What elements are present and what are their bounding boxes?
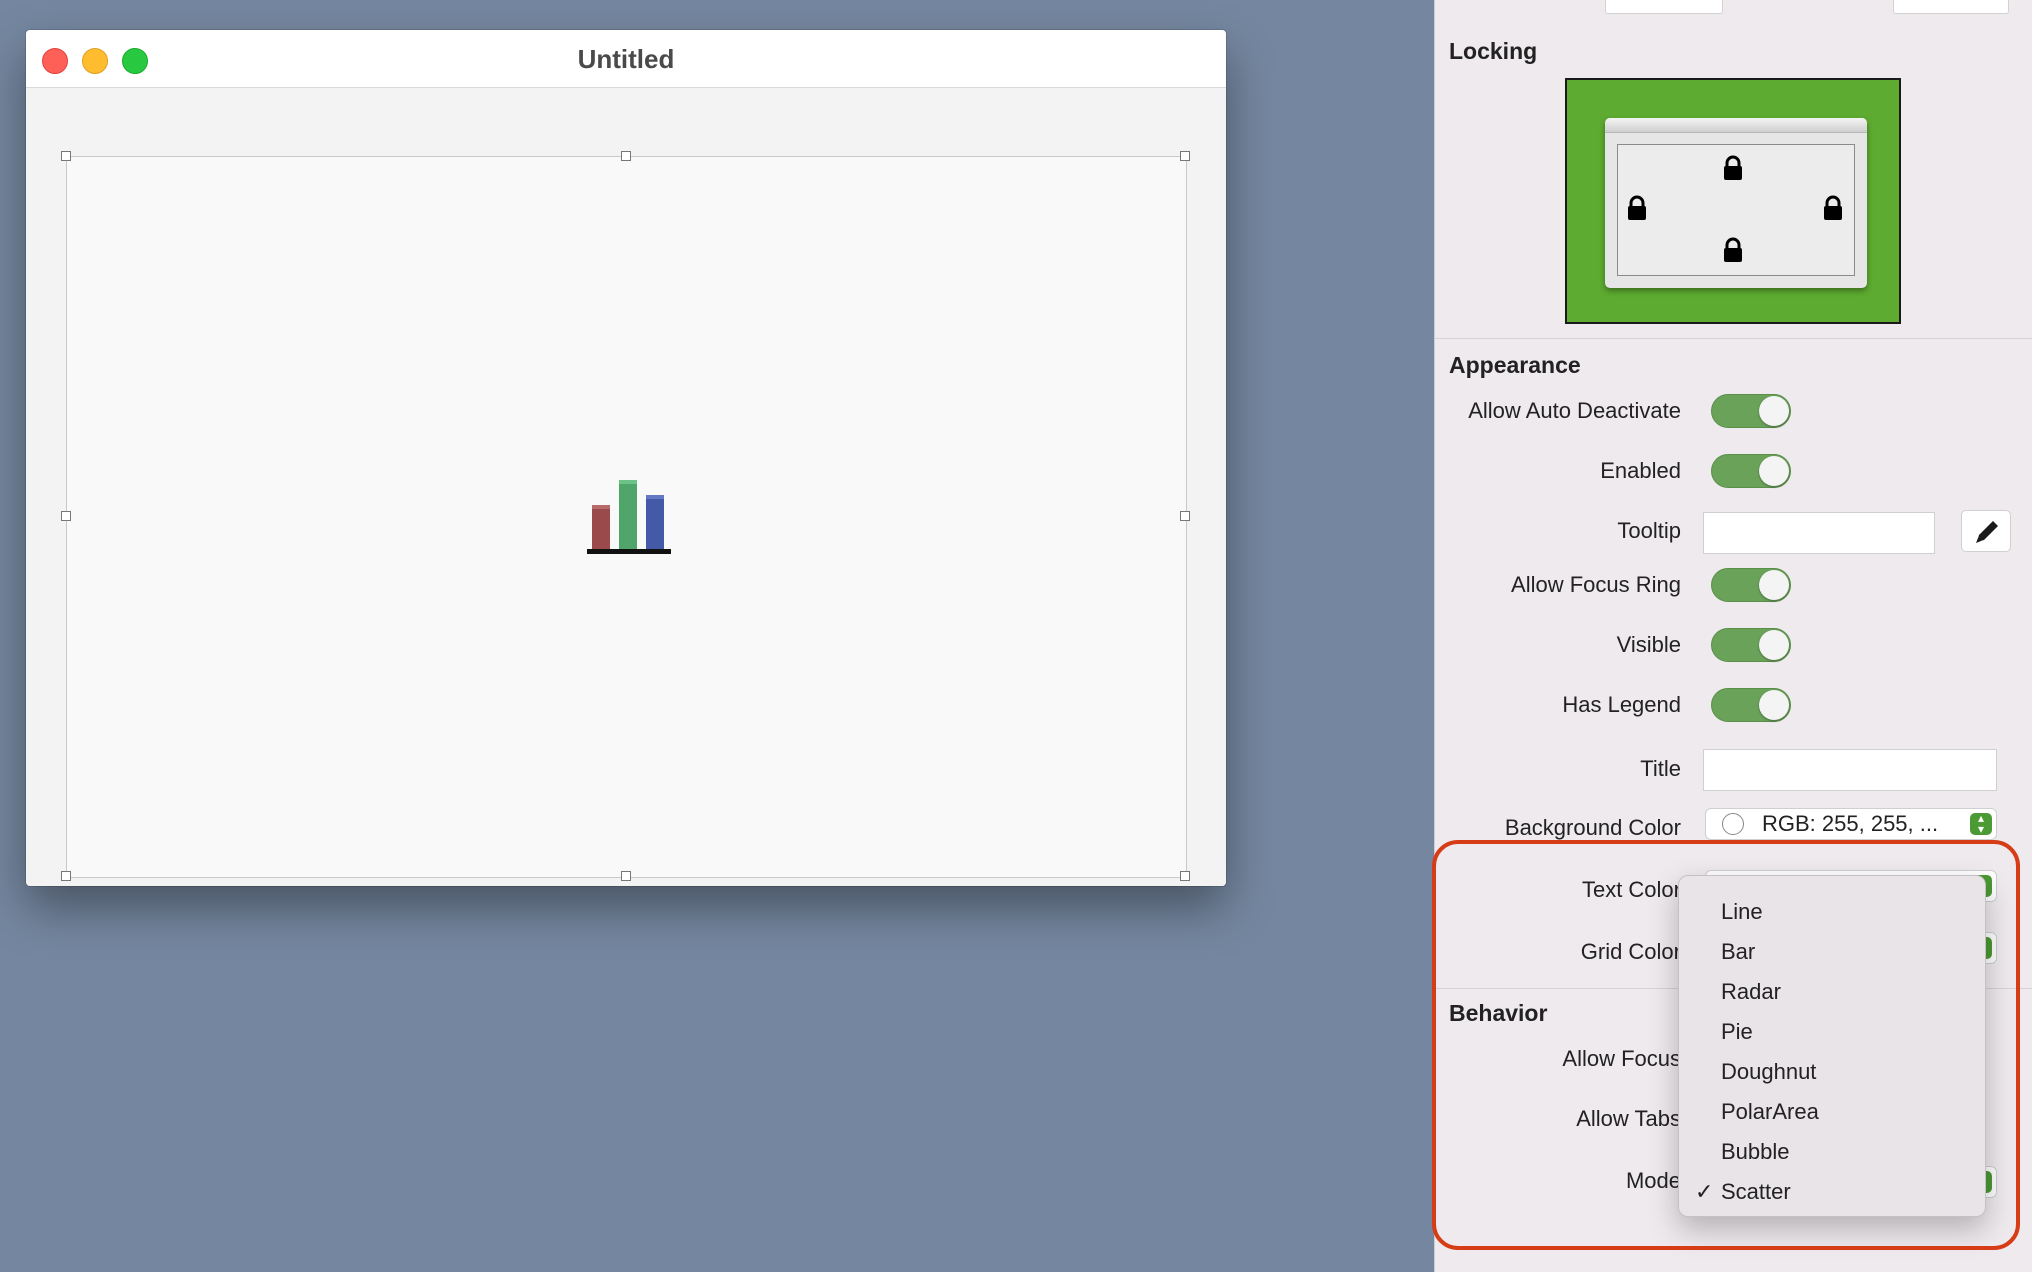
menu-item-radar[interactable]: Radar bbox=[1679, 972, 1985, 1012]
bar-chart-icon bbox=[587, 480, 671, 554]
resize-handle-bottom-right[interactable] bbox=[1180, 871, 1190, 881]
menu-item-label: Line bbox=[1721, 899, 1763, 924]
toggle-knob bbox=[1759, 570, 1789, 600]
grid-color-label: Grid Color bbox=[1580, 939, 1681, 964]
resize-handle-bottom-left[interactable] bbox=[61, 871, 71, 881]
resize-handle-left[interactable] bbox=[61, 511, 71, 521]
title-label: Title bbox=[1640, 756, 1681, 781]
allow-auto-deactivate-toggle[interactable] bbox=[1711, 394, 1791, 428]
checkmark-icon: ✓ bbox=[1695, 1179, 1714, 1204]
background-color-value: RGB: 255, 255, ... bbox=[1762, 811, 1939, 836]
allow-auto-deactivate-label: Allow Auto Deactivate bbox=[1468, 398, 1681, 423]
locking-editor[interactable] bbox=[1565, 78, 1901, 324]
menu-item-label: Pie bbox=[1721, 1019, 1753, 1044]
allow-focus-ring-toggle[interactable] bbox=[1711, 568, 1791, 602]
resize-handle-top-right[interactable] bbox=[1180, 151, 1190, 161]
allow-tabs-label: Allow Tabs bbox=[1576, 1106, 1681, 1131]
menu-item-label: Radar bbox=[1721, 979, 1781, 1004]
appearance-section-title: Appearance bbox=[1449, 352, 1581, 378]
pencil-icon bbox=[1976, 521, 1998, 543]
visible-label: Visible bbox=[1616, 632, 1681, 657]
has-legend-label: Has Legend bbox=[1562, 692, 1681, 717]
menu-item-label: PolarArea bbox=[1721, 1099, 1819, 1124]
locking-section-title: Locking bbox=[1449, 38, 1538, 64]
background-color-swatch bbox=[1722, 813, 1744, 835]
tooltip-label: Tooltip bbox=[1617, 518, 1681, 543]
locking-window-preview bbox=[1605, 118, 1867, 288]
divider bbox=[1435, 338, 2032, 339]
top-field-left[interactable] bbox=[1605, 0, 1723, 14]
layout-canvas[interactable] bbox=[26, 88, 1226, 886]
stepper-arrows-icon: ▴▾ bbox=[1970, 812, 1992, 835]
locking-inner-frame bbox=[1617, 144, 1855, 276]
allow-focus-ring-label: Allow Focus Ring bbox=[1511, 572, 1681, 597]
has-legend-toggle[interactable] bbox=[1711, 688, 1791, 722]
toggle-knob bbox=[1759, 630, 1789, 660]
resize-handle-bottom[interactable] bbox=[621, 871, 631, 881]
menu-item-bubble[interactable]: Bubble bbox=[1679, 1132, 1985, 1172]
menu-item-label: Scatter bbox=[1721, 1179, 1791, 1204]
lock-top-icon[interactable] bbox=[1722, 155, 1744, 181]
toggle-knob bbox=[1759, 690, 1789, 720]
document-window: Untitled bbox=[26, 30, 1226, 886]
title-field[interactable] bbox=[1703, 749, 1997, 791]
enabled-toggle[interactable] bbox=[1711, 454, 1791, 488]
mode-label: Mode bbox=[1625, 1168, 1681, 1193]
menu-item-pie[interactable]: Pie bbox=[1679, 1012, 1985, 1052]
top-field-right[interactable] bbox=[1893, 0, 2009, 14]
allow-focus-label: Allow Focus bbox=[1562, 1046, 1681, 1071]
behavior-section-title: Behavior bbox=[1449, 1000, 1548, 1026]
lock-bottom-icon[interactable] bbox=[1722, 237, 1744, 263]
toggle-knob bbox=[1759, 456, 1789, 486]
resize-handle-top[interactable] bbox=[621, 151, 631, 161]
background-color-label: Background Color bbox=[1504, 815, 1681, 840]
menu-item-label: Bubble bbox=[1721, 1139, 1790, 1164]
edit-tooltip-button[interactable] bbox=[1961, 510, 2011, 552]
menu-item-bar[interactable]: Bar bbox=[1679, 932, 1985, 972]
window-title: Untitled bbox=[577, 44, 675, 74]
text-color-label: Text Color bbox=[1581, 877, 1681, 902]
menu-item-label: Bar bbox=[1721, 939, 1756, 964]
menu-item-label: Doughnut bbox=[1721, 1059, 1817, 1084]
chart-control[interactable] bbox=[61, 151, 1190, 881]
locking-window-titlebar bbox=[1605, 118, 1867, 133]
lock-left-icon[interactable] bbox=[1626, 195, 1648, 221]
lock-right-icon[interactable] bbox=[1822, 195, 1844, 221]
menu-item-scatter[interactable]: ✓ Scatter bbox=[1679, 1172, 1985, 1212]
window-titlebar[interactable]: Untitled bbox=[26, 30, 1226, 88]
menu-item-doughnut[interactable]: Doughnut bbox=[1679, 1052, 1985, 1092]
menu-item-polararea[interactable]: PolarArea bbox=[1679, 1092, 1985, 1132]
visible-toggle[interactable] bbox=[1711, 628, 1791, 662]
tooltip-field[interactable] bbox=[1703, 512, 1935, 554]
menu-item-line[interactable]: Line bbox=[1679, 892, 1985, 932]
background-color-popup[interactable]: RGB: 255, 255, ... ▴ ▾ bbox=[1705, 808, 1997, 840]
enabled-label: Enabled bbox=[1600, 458, 1681, 483]
resize-handle-top-left[interactable] bbox=[61, 151, 71, 161]
toggle-knob bbox=[1759, 396, 1789, 426]
mode-dropdown-menu[interactable]: Line Bar Radar Pie Doughnut PolarArea Bu… bbox=[1678, 875, 1986, 1217]
resize-handle-right[interactable] bbox=[1180, 511, 1190, 521]
